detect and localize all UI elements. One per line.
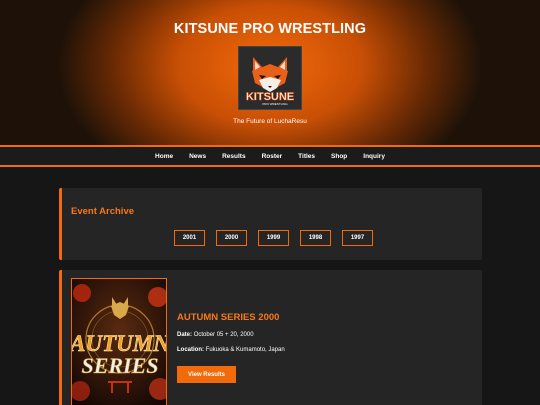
nav-shop[interactable]: Shop <box>331 153 347 160</box>
nav-news[interactable]: News <box>189 153 206 160</box>
nav-titles[interactable]: Titles <box>298 153 315 160</box>
event-date-value: October 05 + 20, 2000 <box>193 332 254 338</box>
year-button-2000[interactable]: 2000 <box>216 230 247 246</box>
logo-subtext: PRO WRESTLING <box>262 102 288 106</box>
site-title: KITSUNE PRO WRESTLING <box>173 21 367 37</box>
year-button-1999[interactable]: 1999 <box>258 230 289 246</box>
event-poster[interactable]: AUTUMN SERIES <box>71 278 167 405</box>
poster-title-bottom: SERIES <box>81 353 158 378</box>
autumn-series-poster-image: AUTUMN SERIES <box>72 279 166 405</box>
main-nav: Home News Results Roster Titles Shop Inq… <box>0 145 540 167</box>
event-date: Date: October 05 + 20, 2000 <box>177 332 254 338</box>
nav-home[interactable]: Home <box>155 153 173 160</box>
year-button-1997[interactable]: 1997 <box>342 230 373 246</box>
nav-inquiry[interactable]: Inquiry <box>363 153 385 160</box>
year-button-1998[interactable]: 1998 <box>300 230 331 246</box>
year-filter: 2001 2000 1999 1998 1997 <box>174 230 384 246</box>
nav-roster[interactable]: Roster <box>262 153 283 160</box>
fox-logo-icon: KITSUNE PRO WRESTLING <box>239 47 301 109</box>
year-button-2001[interactable]: 2001 <box>174 230 205 246</box>
kitsune-logo[interactable]: KITSUNE PRO WRESTLING <box>238 46 302 110</box>
event-location: Location: Fukuoka & Kumamoto, Japan <box>177 347 285 353</box>
site-header: KITSUNE PRO WRESTLING KITSUNE PRO WRESTL… <box>0 0 540 145</box>
view-results-button[interactable]: View Results <box>177 366 236 383</box>
event-title: AUTUMN SERIES 2000 <box>177 312 280 323</box>
event-location-value: Fukuoka & Kumamoto, Japan <box>205 347 285 353</box>
archive-title: Event Archive <box>71 206 135 217</box>
nav-results[interactable]: Results <box>222 153 245 160</box>
event-location-label: Location: <box>177 347 204 353</box>
event-card: AUTUMN SERIES AUTUMN SERIES 2000 Date: O… <box>59 270 482 405</box>
event-archive-panel: Event Archive 2001 2000 1999 1998 1997 <box>59 188 482 260</box>
tagline: The Future of LuchaResu <box>233 118 307 125</box>
event-date-label: Date: <box>177 332 193 338</box>
